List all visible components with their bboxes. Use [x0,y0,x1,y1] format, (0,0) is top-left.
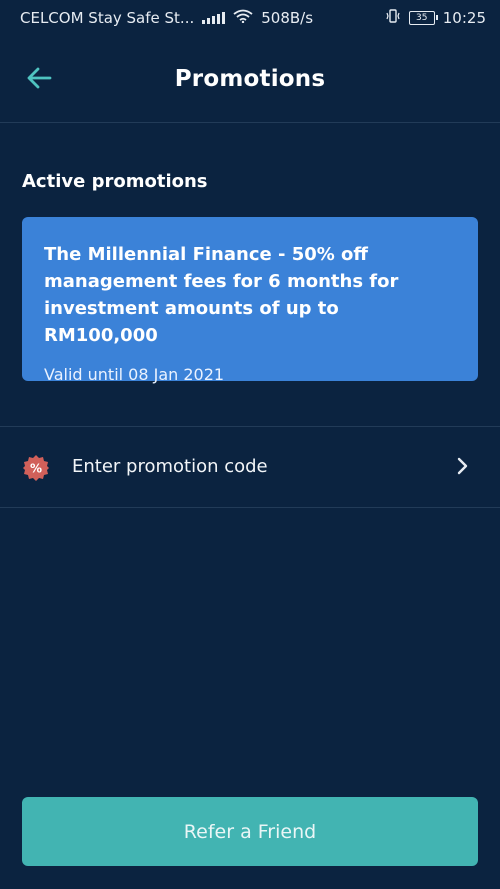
active-promotions-heading: Active promotions [22,171,208,192]
promotion-card[interactable]: The Millennial Finance - 50% off managem… [22,217,478,384]
promotion-validity: Valid until 08 Jan 2021 [44,365,225,384]
battery-icon: 35 [408,11,438,25]
status-bar: CELCOM Stay Safe St... 508B/s 35 10:25 [0,0,500,36]
back-arrow-icon [27,67,52,89]
enter-promotion-code-row[interactable]: % Enter promotion code [0,426,500,508]
vibrate-icon [385,9,401,27]
network-speed: 508B/s [261,9,314,27]
promotion-title: The Millennial Finance - 50% off managem… [44,244,399,346]
app-header: Promotions [0,36,500,123]
discount-badge-icon: % [23,455,49,481]
clock: 10:25 [442,9,486,27]
signal-icon [202,12,226,24]
wifi-icon [233,9,253,27]
badge-symbol: % [30,462,42,476]
back-button[interactable] [24,63,54,93]
enter-promotion-code-label: Enter promotion code [72,456,268,477]
battery-level: 35 [416,12,428,23]
status-right: 35 10:25 [385,9,486,27]
refer-a-friend-button[interactable]: Refer a Friend [22,797,478,866]
status-left: CELCOM Stay Safe St... 508B/s [20,9,313,27]
carrier-name: CELCOM Stay Safe St... [20,9,195,27]
chevron-right-icon [457,457,468,475]
refer-a-friend-label: Refer a Friend [183,820,317,843]
page-title: Promotions [174,66,326,92]
